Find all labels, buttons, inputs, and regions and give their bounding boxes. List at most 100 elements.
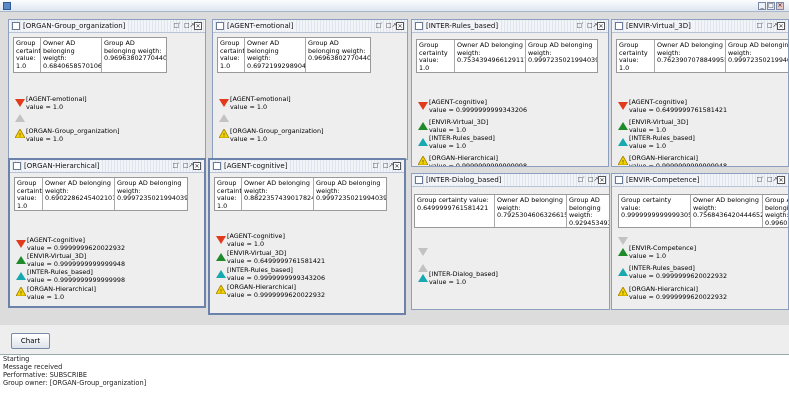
close-frame-icon[interactable]: ✕: [777, 22, 785, 30]
frame-title: [AGENT-cognitive]: [224, 161, 290, 171]
maximize-button[interactable]: □: [767, 2, 775, 10]
frame-checkbox[interactable]: [13, 162, 21, 170]
entry-value: value = 0.9999999620022932: [629, 292, 728, 301]
title-bar: _ □ ×: [0, 0, 789, 12]
owner-ad-label: Owner AD belonging weigth:: [247, 39, 280, 63]
triangle-down-red-icon: [618, 102, 628, 110]
entry-value: value = 1.0: [429, 141, 467, 150]
stats-table: Group certainty value:1.0Owner AD belong…: [13, 37, 167, 73]
entry-value: value = 1.0: [429, 277, 467, 286]
iconify-icon[interactable]: □′: [756, 176, 764, 184]
close-button[interactable]: ×: [776, 2, 784, 10]
iconify-icon[interactable]: □′: [577, 176, 585, 184]
frame-title-bar[interactable]: [ENVIR-Competence] □′ □↗ ✕: [612, 174, 788, 187]
group-certainty-value: 1.0: [619, 63, 630, 72]
owner-ad-label: Owner AD belonging weigth:: [457, 41, 523, 57]
frame-checkbox[interactable]: [213, 162, 221, 170]
bottom-panel: Chart Starting Message received Performa…: [0, 325, 789, 394]
frame-checkbox[interactable]: [615, 22, 623, 30]
svg-text:!: !: [622, 160, 624, 165]
close-frame-icon[interactable]: ✕: [777, 176, 785, 184]
group-certainty-value: 1.0: [17, 201, 28, 210]
triangle-up-gray-icon: [418, 264, 428, 272]
group-ad-value: 0.9997235021994039: [528, 56, 597, 65]
entry-value: value = 1.0: [629, 125, 667, 134]
group-ad-cell: Group AD belonging weigth: 0.969638027704…: [102, 38, 166, 72]
close-frame-icon[interactable]: ✕: [193, 162, 201, 170]
maximize-frame-icon[interactable]: □↗: [183, 162, 194, 170]
maximize-frame-icon[interactable]: □↗: [386, 22, 397, 30]
group-ad-label: Group AD belonging weigth:: [728, 41, 789, 57]
maximize-frame-icon[interactable]: □↗: [767, 22, 778, 30]
owner-ad-value: 0.6972199298904995: [247, 61, 306, 70]
warning-icon: !: [216, 285, 226, 294]
iconify-icon[interactable]: □′: [576, 22, 584, 30]
maximize-frame-icon[interactable]: □↗: [383, 162, 394, 170]
maximize-frame-icon[interactable]: □↗: [767, 176, 778, 184]
entry-value: value = 1.0: [230, 134, 268, 143]
entry-value: value = 1.0: [629, 141, 667, 150]
owner-ad-cell: Owner AD belonging weigth: 0.762390707884…: [655, 40, 726, 72]
frame-title-bar[interactable]: [ORGAN-Hierarchical] □′ □↗ ✕: [10, 160, 204, 173]
frame-checkbox[interactable]: [12, 22, 20, 30]
iconify-icon[interactable]: □′: [372, 162, 380, 170]
group-ad-cell: Group AD belonging weigth: 0.999723502199…: [526, 40, 597, 72]
iconify-icon[interactable]: □′: [375, 22, 383, 30]
maximize-frame-icon[interactable]: □↗: [587, 22, 598, 30]
maximize-frame-icon[interactable]: □↗: [184, 22, 195, 30]
close-frame-icon[interactable]: ✕: [597, 22, 605, 30]
triangle-up-green-icon: [418, 122, 428, 130]
group-certainty-label: Group certainty value:: [17, 179, 43, 203]
internal-frame[interactable]: [ORGAN-Group_organization] □′ □↗ ✕ Group cer…: [8, 19, 206, 160]
frame-checkbox[interactable]: [415, 176, 423, 184]
internal-frame[interactable]: [AGENT-cognitive] □′□↗✕ Group certainty va…: [208, 158, 406, 315]
minimize-button[interactable]: _: [758, 2, 766, 10]
owner-ad-cell: Owner AD belonging weigth: 0.753439496612…: [455, 40, 526, 72]
group-certainty-cell: Group certainty value:1.0: [218, 38, 245, 72]
group-certainty-label: Group certainty value:: [217, 179, 242, 203]
frame-title-bar[interactable]: [ENVIR-Virtual_3D] □′ □↗ ✕: [612, 20, 788, 33]
internal-frame[interactable]: [ORGAN-Hierarchical] □′ □↗ ✕ Group certainty…: [8, 158, 206, 308]
iconify-icon[interactable]: □′: [172, 162, 180, 170]
internal-frame[interactable]: [INTER-Rules_based] □′ □↗ ✕ Group certainty …: [411, 19, 609, 167]
triangle-down-gray-icon: [418, 248, 428, 256]
triangle-down-red-icon: [216, 236, 226, 244]
maximize-frame-icon[interactable]: □↗: [588, 176, 599, 184]
entry-value: value = 0.9999999999999948: [27, 259, 126, 268]
message-log[interactable]: Starting Message received Performative: …: [0, 354, 789, 394]
entry-value: value = 0.9999999620022932: [227, 290, 326, 299]
entry-value: value = 1.0: [26, 134, 64, 143]
close-frame-icon[interactable]: ✕: [393, 162, 401, 170]
triangle-up-cyan-icon: [418, 138, 428, 146]
owner-ad-cell: Owner AD belonging weigth: 0.792530460632…: [495, 195, 567, 227]
frame-title-bar[interactable]: [INTER-Rules_based] □′ □↗ ✕: [412, 20, 608, 33]
owner-ad-value: 0.6840658570106303: [43, 61, 102, 70]
iconify-icon[interactable]: □′: [756, 22, 764, 30]
group-ad-value: 0.9696380277044052: [104, 54, 166, 63]
stats-table: Group certainty value:1.0Owner AD belong…: [416, 39, 598, 73]
app-window: _ □ × [ORGAN-Group_organization] □′ □↗ ✕ Gro…: [0, 0, 789, 394]
entry-value: value = 0.9999999999343206: [227, 273, 326, 282]
internal-frame[interactable]: [ENVIR-Virtual_3D] □′ □↗ ✕ Group certainty v…: [611, 19, 789, 167]
frame-checkbox[interactable]: [615, 176, 623, 184]
internal-frame[interactable]: [INTER-Dialog_based] □′ □↗ ✕ Group certainty…: [411, 173, 610, 310]
close-frame-icon[interactable]: ✕: [598, 176, 606, 184]
close-frame-icon[interactable]: ✕: [396, 22, 404, 30]
internal-frame[interactable]: [ENVIR-Competence] □′ □↗ ✕ Group certainty v…: [611, 173, 789, 310]
frame-checkbox[interactable]: [415, 22, 423, 30]
close-frame-icon[interactable]: ✕: [194, 22, 202, 30]
owner-ad-label: Owner AD belonging weigth:: [693, 196, 759, 212]
frame-title-bar[interactable]: [AGENT-emotional] □′ □↗ ✕: [213, 20, 407, 33]
frame-checkbox[interactable]: [216, 22, 224, 30]
frame-title-bar[interactable]: [INTER-Dialog_based] □′ □↗ ✕: [412, 174, 609, 187]
frame-title-bar[interactable]: [AGENT-cognitive] □′ □↗ ✕: [210, 160, 404, 173]
entry-value: value = 0.6499999761581421: [227, 256, 326, 265]
chart-button[interactable]: Chart: [11, 333, 50, 349]
group-certainty-label: Group certainty value:: [619, 41, 648, 65]
warning-icon: !: [219, 129, 229, 138]
group-certainty-cell: Group certainty value:1.0: [14, 38, 41, 72]
owner-ad-label: Owner AD belonging weigth:: [497, 196, 563, 212]
internal-frame[interactable]: [AGENT-emotional] □′□↗✕ Group certainty va…: [212, 19, 408, 160]
iconify-icon[interactable]: □′: [173, 22, 181, 30]
frame-title-bar[interactable]: [ORGAN-Group_organization] □′ □↗ ✕: [9, 20, 205, 33]
